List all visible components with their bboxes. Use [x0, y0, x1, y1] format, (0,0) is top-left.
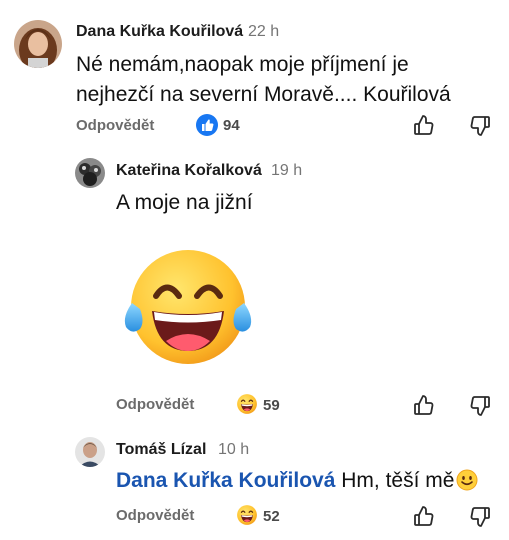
comment-author[interactable]: Dana Kuřka Kouřilová: [76, 23, 243, 41]
comment-author[interactable]: Kateřina Kořalková: [116, 162, 262, 180]
comment-text: A moje na jižní: [116, 191, 253, 214]
thumb-up-icon[interactable]: [412, 393, 436, 417]
reaction-count: 94: [223, 117, 240, 134]
avatar-photo: [14, 20, 62, 68]
comment-time: 19 h: [271, 162, 303, 179]
reply-button[interactable]: Odpovědět: [76, 117, 154, 134]
thumb-up-icon[interactable]: [412, 113, 436, 137]
thumb-down-icon[interactable]: [468, 505, 492, 529]
reply-button[interactable]: Odpovědět: [116, 396, 194, 413]
thumb-down-icon[interactable]: [468, 114, 492, 138]
laughing-reaction-icon: [236, 393, 258, 415]
comment-text-rest: Hm, těší mě: [335, 469, 455, 492]
avatar-photo: [75, 437, 105, 467]
laughing-tears-emoji: [118, 243, 258, 369]
comment-text: Dana Kuřka Kouřilová Hm, těší mě: [116, 466, 478, 500]
like-reaction-icon: [196, 114, 218, 136]
reply-button[interactable]: Odpovědět: [116, 507, 194, 524]
reaction-count: 59: [263, 397, 280, 414]
comment-time: 22 h: [248, 23, 280, 40]
comment-time: 10 h: [218, 441, 250, 458]
thumb-up-icon[interactable]: [412, 504, 436, 528]
reaction-count: 52: [263, 508, 280, 525]
comment-author[interactable]: Tomáš Lízal: [116, 441, 206, 459]
thumb-down-icon[interactable]: [468, 394, 492, 418]
avatar-tomas[interactable]: [75, 437, 105, 467]
comment-text: Né nemám,naopak moje příjmení je nejhezč…: [76, 53, 451, 106]
smiling-face-emoji: [456, 469, 478, 500]
avatar-photo: [75, 158, 105, 188]
avatar-dana[interactable]: [14, 20, 62, 68]
laughing-reaction-icon: [236, 504, 258, 526]
mention-link[interactable]: Dana Kuřka Kouřilová: [116, 469, 335, 492]
avatar-katerina[interactable]: [75, 158, 105, 188]
